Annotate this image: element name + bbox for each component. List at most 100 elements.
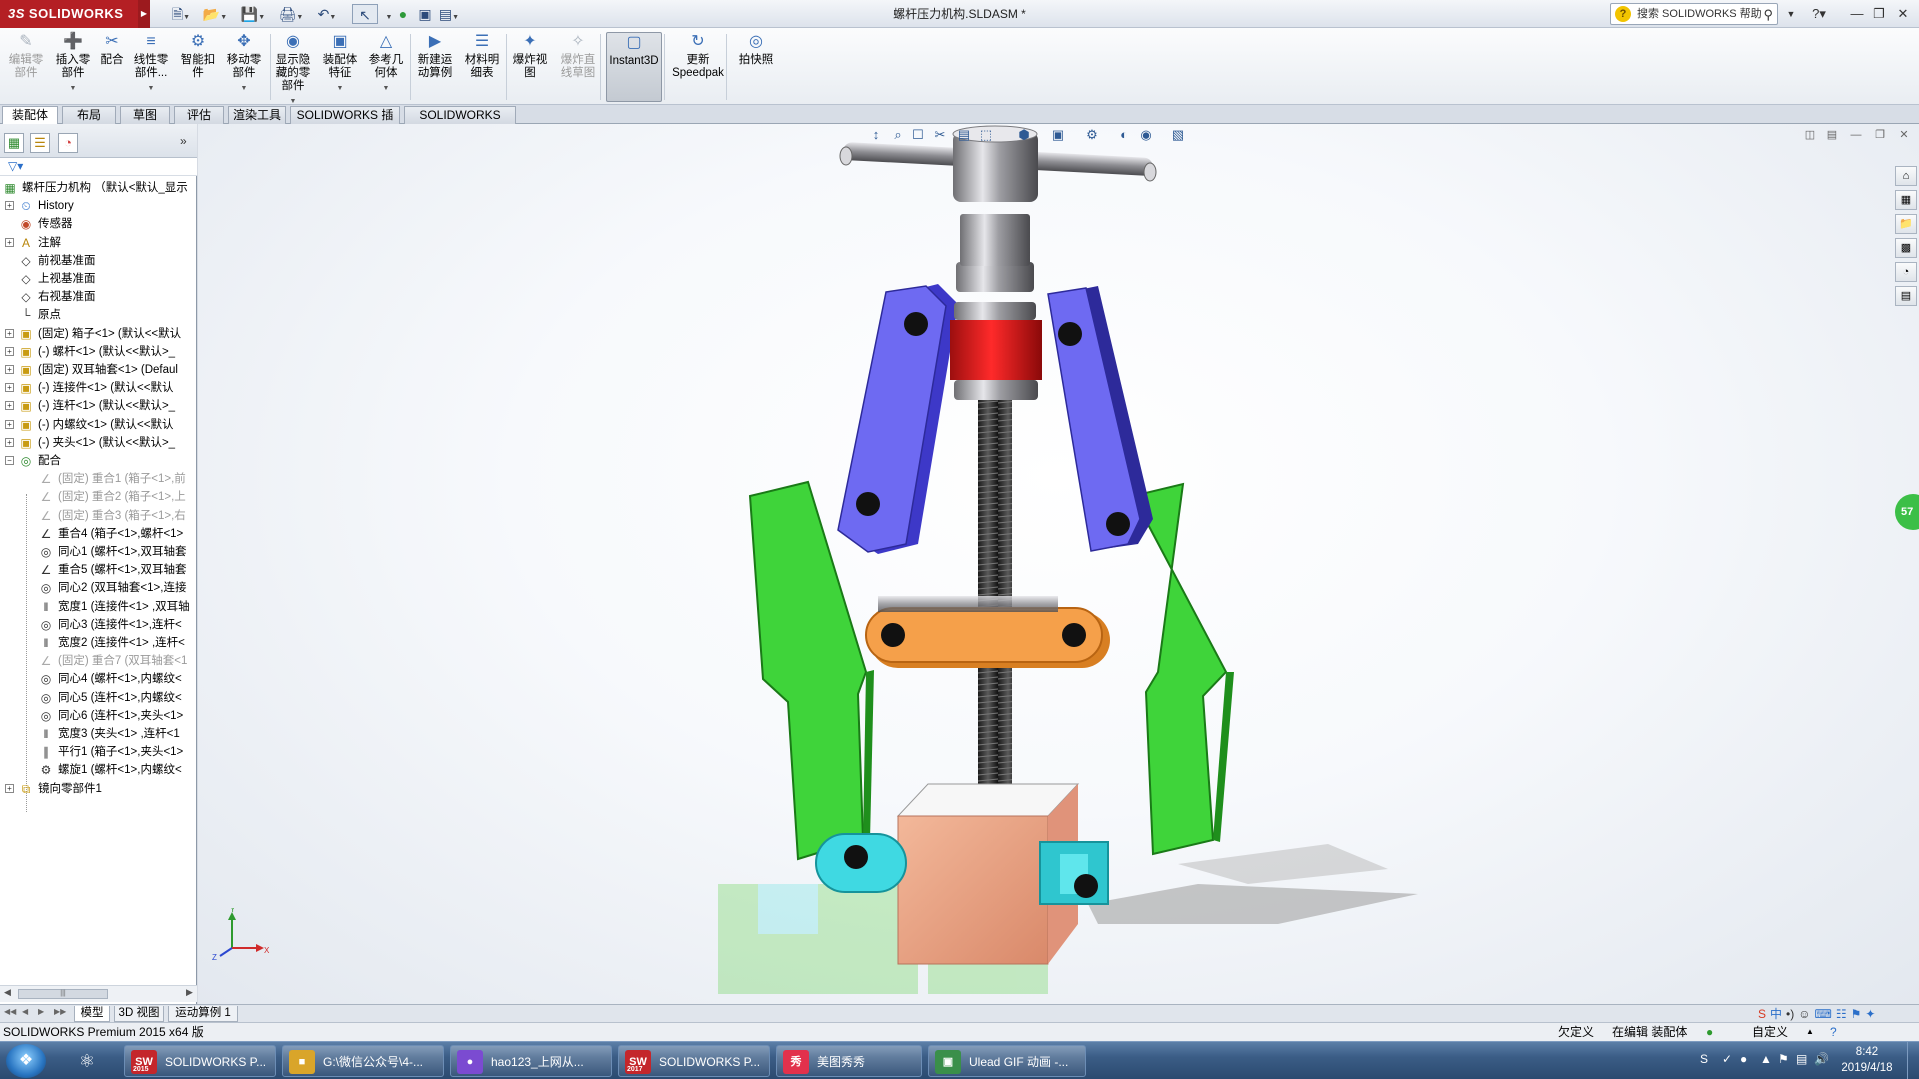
expand-icon[interactable]: +	[5, 401, 14, 411]
tree-mate-item[interactable]: ∠ (固定) 重合2 (箱子<1>,上	[0, 488, 197, 506]
tab-3[interactable]: 评估	[174, 106, 224, 124]
tab-last-icon[interactable]: ▶▶	[54, 1007, 66, 1016]
ribbon-instant3d-button[interactable]: ▢ Instant3D	[606, 32, 662, 102]
ime-item[interactable]: S	[1758, 1007, 1766, 1021]
ribbon-bom-button[interactable]: ☰ 材料明 细表	[460, 32, 504, 102]
tree-item[interactable]: + A 注解	[0, 234, 197, 252]
tree-mate-item[interactable]: ‖ 宽度3 (夹头<1> ,连杆<1	[0, 725, 197, 743]
ribbon-linear-pattern-button[interactable]: ≡ 线性零 部件... ▼	[128, 32, 174, 102]
ribbon-mate-button[interactable]: ✂ 配合	[98, 32, 126, 102]
tree-mate-item[interactable]: ∠ 重合5 (螺杆<1>,双耳轴套	[0, 561, 197, 579]
tray-sogou-icon[interactable]: S	[1700, 1052, 1708, 1066]
tree-mate-item[interactable]: ◎ 同心3 (连接件<1>,连杆<	[0, 616, 197, 634]
expand-icon[interactable]: +	[5, 328, 14, 338]
tree-mate-item[interactable]: ∠ 重合4 (箱子<1>,螺杆<1>	[0, 525, 197, 543]
tab-first-icon[interactable]: ◀◀	[4, 1007, 16, 1016]
render-tools-icon[interactable]: ▧	[1168, 126, 1188, 144]
assembly-model[interactable]	[198, 124, 1919, 1004]
tray-expand-icon[interactable]: ▲	[1760, 1052, 1772, 1066]
display-style-icon[interactable]: ⬢	[1014, 126, 1034, 144]
taskbar-task[interactable]: ● hao123_上网从...	[450, 1045, 612, 1077]
search-icon[interactable]: ⚲	[1763, 5, 1773, 25]
taskbar-task[interactable]: SW 2015 SOLIDWORKS P...	[124, 1045, 276, 1077]
ribbon-exploded-view-button[interactable]: ✦ 爆炸视图	[508, 32, 552, 102]
save-icon[interactable]: 💾▼	[240, 4, 266, 24]
scroll-thumb[interactable]: |||	[18, 989, 108, 999]
dropdown-arrow-icon[interactable]: ▼	[222, 82, 266, 95]
tree-item[interactable]: + ▣ (固定) 双耳轴套<1> (Defaul	[0, 361, 197, 379]
tree-mate-item[interactable]: ‖ 宽度2 (连接件<1> ,连杆<	[0, 634, 197, 652]
tree-mate-item[interactable]: ‖ 宽度1 (连接件<1> ,双耳轴	[0, 598, 197, 616]
tree-mate-item[interactable]: ⚙ 螺旋1 (螺杆<1>,内螺纹<	[0, 761, 197, 779]
minimize-icon[interactable]: —	[1846, 4, 1868, 24]
view-settings-icon[interactable]: ◉	[1136, 126, 1156, 144]
tab-model[interactable]: 模型	[74, 1006, 110, 1022]
tree-item[interactable]: ◉ 传感器	[0, 215, 197, 233]
ime-item[interactable]: ⌨	[1815, 1007, 1832, 1021]
tab-motion-study[interactable]: 运动算例 1	[168, 1006, 238, 1022]
ribbon-snapshot-button[interactable]: ◎ 拍快照	[730, 32, 782, 102]
left-blue-link[interactable]	[837, 284, 958, 554]
right-clamp-head[interactable]	[1039, 841, 1109, 905]
design-library-icon[interactable]: ▦	[1895, 190, 1917, 210]
scroll-right-icon[interactable]: ▶	[186, 987, 193, 998]
right-blue-link[interactable]	[1047, 286, 1153, 552]
tree-item[interactable]: ◇ 上视基准面	[0, 270, 197, 288]
taskbar-task[interactable]: ▣ Ulead GIF 动画 -...	[928, 1045, 1086, 1077]
ribbon-move-component-button[interactable]: ✥ 移动零 部件 ▼	[222, 32, 266, 102]
graphics-viewport[interactable]: ↕ ⌕ ☐ ✂ ▤ ⬚ ⬢ ▣ ⚙ ◐ ◉ ▧ ◫ ▤ — ❐ ✕ ⌂ ▦ 📁 ▩ ◔ ▤ 57 Y …	[198, 124, 1919, 1004]
tree-mate-item[interactable]: ∠ (固定) 重合3 (箱子<1>,右	[0, 507, 197, 525]
undo-icon[interactable]: ↶▼	[314, 4, 340, 24]
tab-prev-icon[interactable]: ◀	[22, 1007, 28, 1016]
expand-icon[interactable]: +	[5, 383, 14, 393]
ribbon-insert-component-button[interactable]: ➕ 插入零 部件 ▼	[50, 32, 96, 102]
file-properties-icon[interactable]: ▣	[412, 4, 438, 24]
tree-item[interactable]: + ⏲ History	[0, 197, 197, 215]
tree-mirror-component[interactable]: + ⧉ 镜向零部件1	[0, 780, 197, 798]
tree-mate-item[interactable]: ◎ 同心6 (连杆<1>,夹头<1>	[0, 707, 197, 725]
print-icon[interactable]: 🖨▼	[278, 4, 304, 24]
horizontal-scrollbar[interactable]: ◀ ||| ▶	[0, 985, 197, 1002]
tray-app-icon[interactable]: ●	[1740, 1052, 1747, 1066]
expand-icon[interactable]: +	[5, 437, 14, 447]
taskbar-task[interactable]: ■ G:\微信公众号\4-...	[282, 1045, 444, 1077]
system-clock[interactable]: 8:42 2019/4/18	[1832, 1044, 1902, 1076]
expand-icon[interactable]: +	[5, 201, 14, 211]
show-desktop-button[interactable]	[1907, 1042, 1919, 1079]
tab-1[interactable]: 布局	[62, 106, 116, 124]
view-orientation-icon[interactable]: ⬚	[976, 126, 996, 144]
tray-security-icon[interactable]: ✓	[1722, 1052, 1732, 1066]
upper-collar[interactable]	[956, 262, 1034, 292]
status-units[interactable]: 自定义	[1752, 1023, 1788, 1041]
taskbar-task[interactable]: 秀美图秀秀	[776, 1045, 922, 1077]
taskbar-task[interactable]: SW 2017 SOLIDWORKS P...	[618, 1045, 770, 1077]
view-palette-icon[interactable]: ▩	[1895, 238, 1917, 258]
help-status-icon[interactable]: ?	[1830, 1023, 1837, 1041]
viewport-close-icon[interactable]: ✕	[1895, 127, 1913, 143]
ime-item[interactable]: ☺	[1798, 1007, 1810, 1021]
tree-mate-item[interactable]: ∠ (固定) 重合7 (双耳轴套<1	[0, 652, 197, 670]
filter-icon[interactable]: ▽▾	[8, 159, 23, 173]
close-icon[interactable]: ✕	[1892, 4, 1914, 24]
dropdown-arrow-icon[interactable]: ▼	[128, 82, 174, 95]
tree-mate-item[interactable]: ∠ (固定) 重合1 (箱子<1>,前	[0, 470, 197, 488]
tray-volume-icon[interactable]: 🔊	[1814, 1052, 1829, 1066]
ribbon-explode-line-sketch-button[interactable]: ✧ 爆炸直 线草图	[554, 32, 602, 102]
pinned-app-icon[interactable]: ⚛	[64, 1045, 110, 1077]
tree-mate-item[interactable]: ∥ 平行1 (箱子<1>,夹头<1>	[0, 743, 197, 761]
custom-properties-icon[interactable]: ▤	[1895, 286, 1917, 306]
ime-item[interactable]: ☷	[1836, 1007, 1847, 1021]
tab-3d-views[interactable]: 3D 视图	[114, 1006, 164, 1022]
tree-item[interactable]: + ▣ (-) 连杆<1> (默认<<默认>_	[0, 397, 197, 415]
tree-item[interactable]: + ▣ (-) 夹头<1> (默认<<默认>_	[0, 434, 197, 452]
viewport-split-icon[interactable]: ▤	[1823, 127, 1841, 143]
tree-mate-item[interactable]: ◎ 同心1 (螺杆<1>,双耳轴套	[0, 543, 197, 561]
ribbon-new-motion-study-button[interactable]: ▶ 新建运 动算例	[412, 32, 458, 102]
tree-item[interactable]: ◇ 右视基准面	[0, 288, 197, 306]
tree-item[interactable]: + ▣ (-) 螺杆<1> (默认<<默认>_	[0, 343, 197, 361]
dynamic-annotation-icon[interactable]: ▤	[954, 126, 974, 144]
viewport-restore-icon[interactable]: ❐	[1871, 127, 1889, 143]
hide-show-icon[interactable]: ▣	[1048, 126, 1068, 144]
ribbon-reference-geometry-button[interactable]: △ 参考几 何体 ▼	[364, 32, 408, 102]
property-manager-tab-icon[interactable]: ☰	[30, 133, 50, 153]
